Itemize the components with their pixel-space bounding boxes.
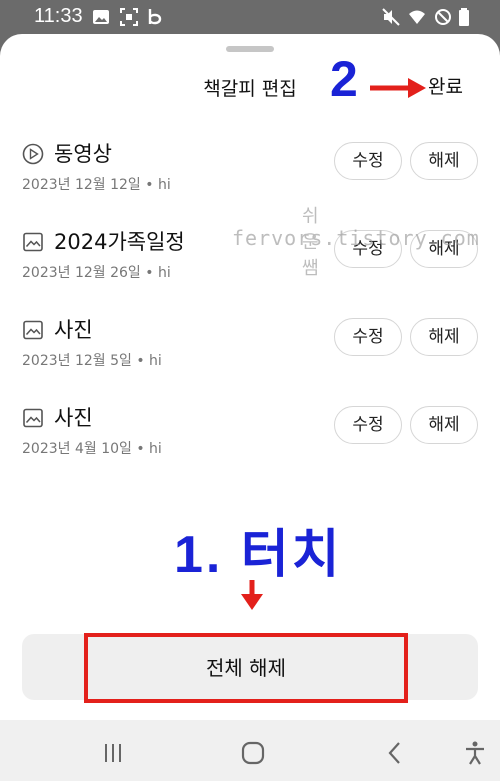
annotation-arrow-right <box>370 78 426 98</box>
bookmark-title: 사진 <box>54 406 93 430</box>
accessibility-icon[interactable] <box>462 740 488 766</box>
remove-button[interactable]: 해제 <box>410 142 478 180</box>
bookmark-title: 동영상 <box>54 142 112 166</box>
bookmark-item[interactable]: 동영상 2023년 12월 12일 • hi 수정 해제 <box>0 134 500 222</box>
bookmark-subtitle: 2023년 12월 5일 • hi <box>22 353 162 369</box>
status-time: 11:33 <box>34 5 83 27</box>
watermark-line2: fervors.tistory.com <box>232 226 480 250</box>
bixby-icon <box>148 9 162 25</box>
back-icon[interactable] <box>382 740 408 766</box>
video-play-icon <box>22 143 44 165</box>
remove-button[interactable]: 해제 <box>410 318 478 356</box>
bookmark-subtitle: 2023년 12월 12일 • hi <box>22 177 171 193</box>
edit-button[interactable]: 수정 <box>334 318 402 356</box>
done-button[interactable]: 완료 <box>428 72 463 99</box>
edit-button[interactable]: 수정 <box>334 406 402 444</box>
drag-handle[interactable] <box>226 46 274 52</box>
bookmark-title: 사진 <box>54 318 93 342</box>
screenshot-icon <box>120 8 138 26</box>
navigation-bar <box>0 720 500 781</box>
gallery-icon <box>93 10 109 24</box>
wifi-icon <box>409 10 425 24</box>
bookmark-title: 2024가족일정 <box>54 230 185 254</box>
image-icon <box>23 232 43 252</box>
home-icon[interactable] <box>240 740 266 766</box>
do-not-disturb-icon <box>435 9 451 25</box>
bookmark-item[interactable]: 사진 2023년 4월 10일 • hi 수정 해제 <box>0 398 500 486</box>
edit-button[interactable]: 수정 <box>334 142 402 180</box>
status-bar: 11:33 <box>0 0 500 34</box>
annotation-step-two: 2 <box>330 51 358 107</box>
battery-icon <box>459 8 469 26</box>
bookmark-edit-sheet: 책갈피 편집 완료 2 동영상 2023년 12월 12일 • hi 수정 해제… <box>0 34 500 720</box>
remove-button[interactable]: 해제 <box>410 406 478 444</box>
remove-all-bar: 전체 해제 <box>22 633 478 703</box>
annotation-arrow-down <box>241 580 263 610</box>
image-icon <box>23 408 43 428</box>
bookmark-item[interactable]: 사진 2023년 12월 5일 • hi 수정 해제 <box>0 310 500 398</box>
remove-all-button[interactable]: 전체 해제 <box>84 633 408 703</box>
image-icon <box>23 320 43 340</box>
annotation-step-one: 1. 터치 <box>174 526 343 584</box>
bookmark-subtitle: 2023년 4월 10일 • hi <box>22 441 162 457</box>
bookmark-subtitle: 2023년 12월 26일 • hi <box>22 265 171 281</box>
mute-icon <box>382 8 400 26</box>
recent-apps-icon[interactable] <box>100 740 126 766</box>
